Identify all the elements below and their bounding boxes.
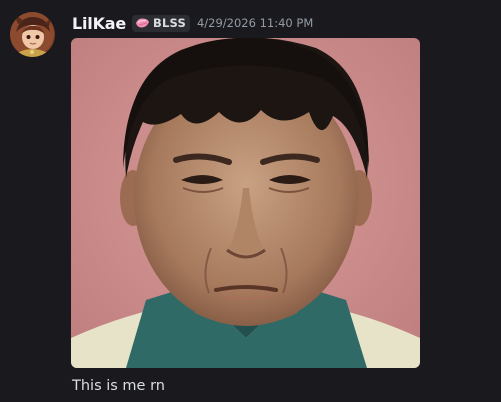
pink-gem-icon [136,18,150,28]
server-tag[interactable]: BLSS [132,14,190,32]
message-header: LilKae BLSS 4/29/2026 11:40 PM [72,12,313,34]
username[interactable]: LilKae [72,14,126,33]
portrait-photo [71,38,420,368]
message-timestamp[interactable]: 4/29/2026 11:40 PM [197,16,313,30]
user-avatar[interactable] [10,12,55,57]
chat-message: LilKae BLSS 4/29/2026 11:40 PM This is m… [0,0,501,402]
message-content: This is me rn [72,378,165,394]
avatar-image [10,12,55,57]
image-attachment[interactable] [71,38,420,368]
server-tag-label: BLSS [153,16,186,30]
